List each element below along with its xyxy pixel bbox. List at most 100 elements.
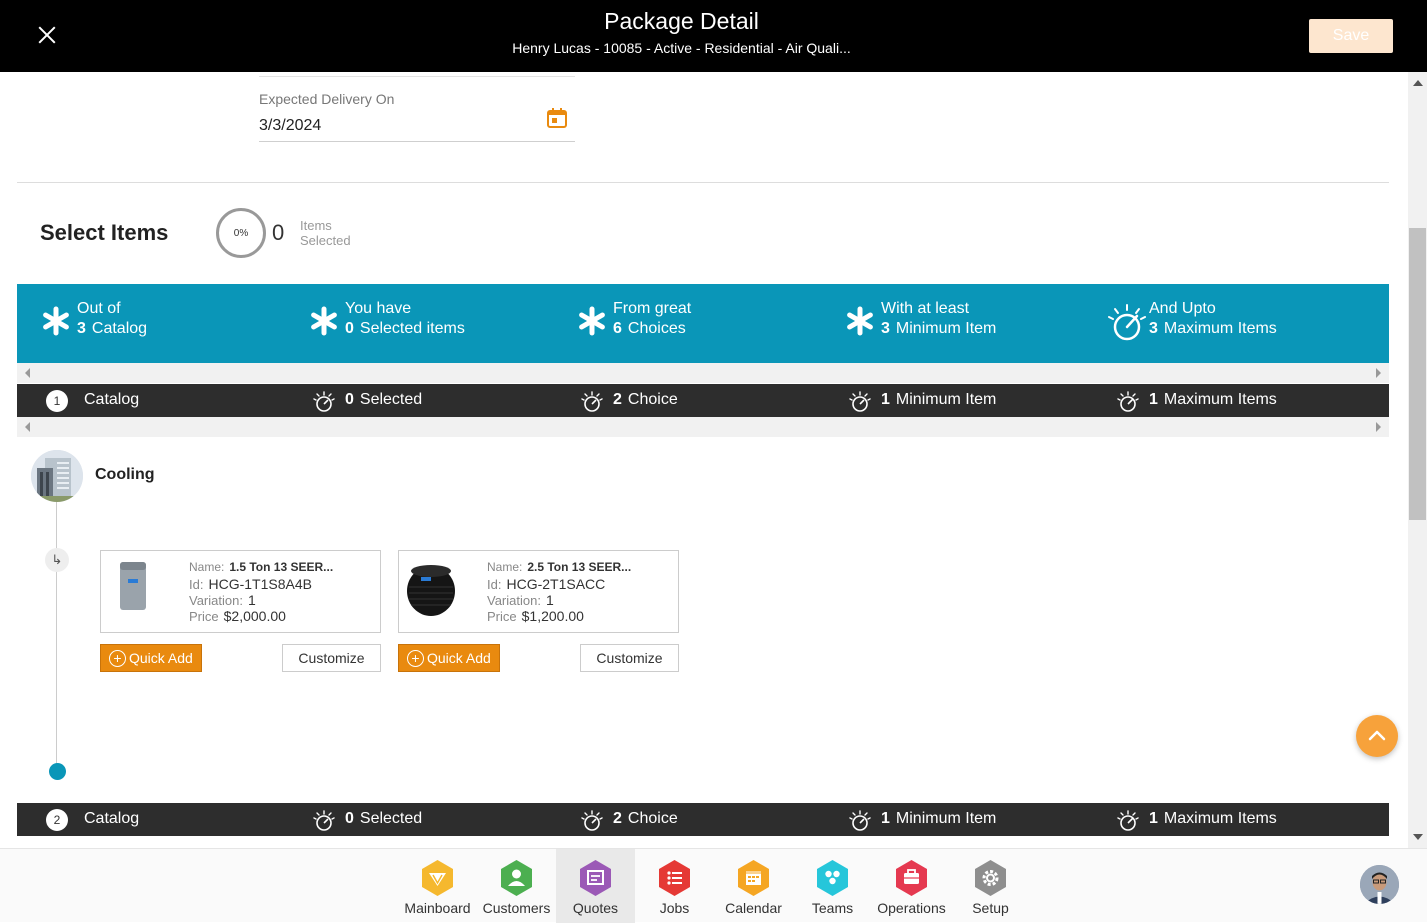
save-button[interactable]: Save	[1309, 19, 1393, 53]
summary-text: Maximum Items	[1163, 320, 1277, 337]
customize-button[interactable]: Customize	[580, 644, 679, 672]
timer-icon	[849, 810, 871, 831]
catalog-number: 2	[46, 809, 68, 831]
product-variation: Variation: 1	[487, 592, 554, 608]
product-variation-value: 1	[545, 592, 554, 608]
catalog-stat-value: 0	[345, 810, 354, 827]
scroll-up-arrow-icon[interactable]	[1413, 80, 1423, 86]
summary-line1: Out of	[77, 300, 121, 317]
app-header: Package Detail Henry Lucas - 10085 - Act…	[0, 0, 1427, 72]
quick-add-button[interactable]: + Quick Add	[100, 644, 202, 672]
product-name-value: 2.5 Ton 13 SEER...	[527, 560, 632, 574]
jobs-icon	[659, 860, 690, 896]
product-name: Name: 1.5 Ton 13 SEER...	[189, 560, 333, 574]
nav-item-setup[interactable]: Setup	[951, 849, 1030, 923]
catalog-stat-text: Selected	[359, 810, 423, 827]
catalog-stat-text: Minimum Item	[895, 391, 997, 408]
asterisk-icon	[311, 306, 337, 336]
nav-item-customers[interactable]: Customers	[477, 849, 556, 923]
summary-text: Selected items	[359, 320, 465, 337]
product-card[interactable]: Name: 1.5 Ton 13 SEER... Id: HCG-1T1S8A4B …	[100, 550, 381, 633]
product-id-key: Id:	[487, 577, 502, 592]
select-items-title: Select Items	[40, 220, 169, 245]
condenser-unit-image	[407, 565, 455, 616]
summary-line2: 3 Maximum Items	[1149, 320, 1277, 338]
catalog-bar: 2 Catalog 0 Selected 2 Choice 1 Minimum Ite…	[17, 803, 1389, 836]
product-name-value: 1.5 Ton 13 SEER...	[229, 560, 334, 574]
product-name: Name: 2.5 Ton 13 SEER...	[487, 560, 631, 574]
gauge-icon	[1117, 810, 1139, 831]
operations-icon	[896, 860, 927, 896]
customize-button[interactable]: Customize	[282, 644, 381, 672]
category-name: Cooling	[95, 466, 155, 483]
nav-item-jobs[interactable]: Jobs	[635, 849, 714, 923]
summary-value: 3	[881, 320, 890, 337]
horizontal-scrollbar[interactable]	[17, 363, 1389, 383]
nav-label: Setup	[972, 900, 1009, 916]
catalog-bar: 1 Catalog 0 Selected 2 Choice 1 Minimum Ite…	[17, 384, 1389, 417]
nav-item-mainboard[interactable]: Mainboard	[398, 849, 477, 923]
product-price-value: $1,200.00	[521, 608, 584, 624]
summary-line2: 3 Minimum Item	[881, 320, 996, 338]
timer-icon	[313, 810, 335, 831]
quick-add-label: Quick Add	[129, 650, 193, 666]
catalog-name: Catalog	[84, 391, 140, 408]
progress-percent: 0%	[233, 227, 249, 239]
scroll-left-arrow-icon[interactable]	[25, 422, 30, 432]
catalog-stat-value: 1	[1149, 391, 1158, 408]
product-id: Id: HCG-1T1S8A4B	[189, 576, 312, 592]
catalog-stat-value: 1	[881, 810, 890, 827]
summary-text: Minimum Item	[895, 320, 997, 337]
asterisk-icon	[43, 306, 69, 336]
nav-item-operations[interactable]: Operations	[872, 849, 951, 923]
product-id: Id: HCG-2T1SACC	[487, 576, 605, 592]
summary-line1: With at least	[881, 300, 970, 317]
timer-icon	[581, 391, 603, 412]
summary-line1: From great	[613, 300, 692, 317]
nav-item-calendar[interactable]: Calendar	[714, 849, 793, 923]
scroll-right-arrow-icon[interactable]	[1376, 368, 1381, 378]
summary-value: 0	[345, 320, 354, 337]
catalog-number: 1	[46, 390, 68, 412]
timeline-end-dot	[49, 763, 66, 780]
vertical-scrollbar[interactable]	[1408, 72, 1427, 848]
horizontal-scrollbar[interactable]	[17, 417, 1389, 437]
calendar-icon[interactable]	[546, 107, 568, 129]
scroll-left-arrow-icon[interactable]	[25, 368, 30, 378]
quick-add-button[interactable]: + Quick Add	[398, 644, 500, 672]
product-card[interactable]: Name: 2.5 Ton 13 SEER... Id: HCG-2T1SACC V…	[398, 550, 679, 633]
scroll-right-arrow-icon[interactable]	[1376, 422, 1381, 432]
field-divider	[259, 76, 575, 77]
catalog-stat-text: Choice	[627, 810, 678, 827]
plus-circle-icon: +	[109, 649, 126, 667]
timer-icon	[581, 810, 603, 831]
user-avatar[interactable]	[1360, 865, 1399, 904]
summary-text: Choices	[627, 320, 686, 337]
catalog-stat-value: 2	[613, 810, 622, 827]
scroll-to-top-button[interactable]	[1356, 715, 1398, 757]
product-variation-key: Variation:	[189, 593, 243, 608]
summary-text: Catalog	[91, 320, 148, 337]
asterisk-icon	[579, 306, 605, 336]
catalog-stat-value: 1	[1149, 810, 1158, 827]
catalog-stat-value: 0	[345, 391, 354, 408]
product-name-key: Name:	[189, 560, 225, 574]
page-title: Package Detail	[604, 8, 759, 34]
scroll-down-arrow-icon[interactable]	[1413, 834, 1423, 840]
product-variation: Variation: 1	[189, 592, 256, 608]
nav-item-quotes[interactable]: Quotes	[556, 849, 635, 923]
nav-item-teams[interactable]: Teams	[793, 849, 872, 923]
page-subtitle: Henry Lucas - 10085 - Active - Residenti…	[512, 40, 851, 56]
summary-value: 3	[1149, 320, 1158, 337]
product-name-key: Name:	[487, 560, 523, 574]
catalog-stat-text: Choice	[627, 391, 678, 408]
summary-line1: You have	[345, 300, 412, 317]
teams-icon	[817, 860, 848, 896]
summary-banner: Out of 3 Catalog You have 0 Selected items…	[17, 284, 1389, 363]
product-price-value: $2,000.00	[223, 608, 286, 624]
summary-line1: And Upto	[1149, 300, 1216, 317]
items-selected-count: 0	[272, 220, 285, 245]
catalog-stat-text: Minimum Item	[895, 810, 997, 827]
delivery-date-input[interactable]: 3/3/2024	[259, 117, 321, 135]
scrollbar-thumb[interactable]	[1409, 228, 1426, 520]
